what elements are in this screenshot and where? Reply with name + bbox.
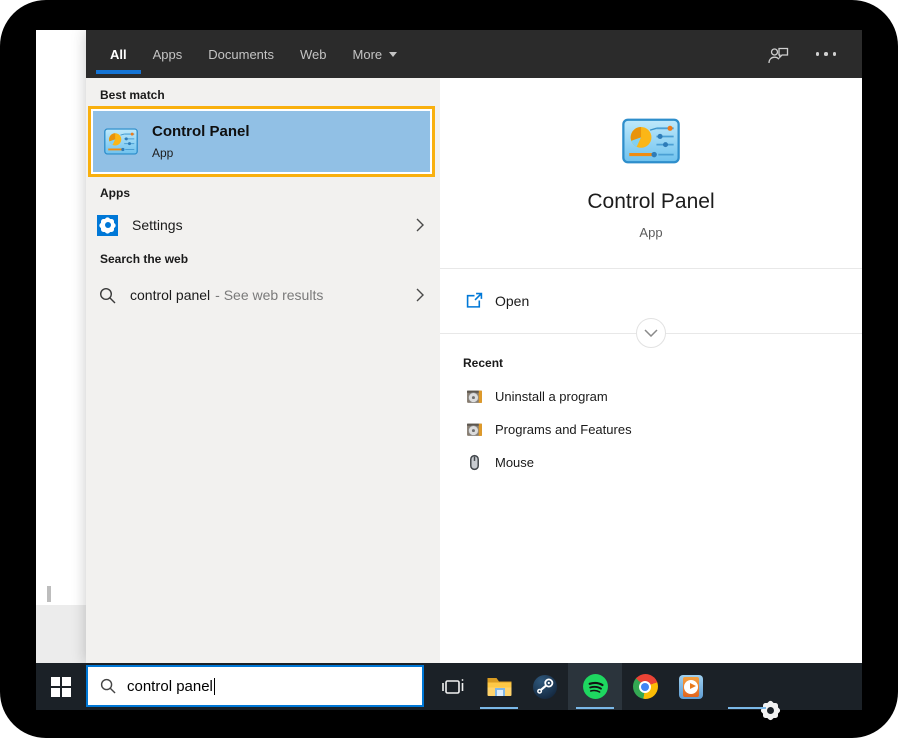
taskbar-icons xyxy=(430,663,781,721)
chevron-right-icon xyxy=(416,218,424,232)
task-view-icon xyxy=(442,678,464,694)
chrome-button[interactable] xyxy=(622,663,668,710)
file-explorer-button[interactable] xyxy=(476,663,522,710)
tab-web[interactable]: Web xyxy=(300,30,327,78)
search-input-value: control panel xyxy=(127,677,213,695)
preview-title: Control Panel xyxy=(587,190,715,213)
start-button[interactable] xyxy=(36,663,86,710)
expand-actions-button[interactable] xyxy=(636,318,666,348)
feedback-user-icon[interactable] xyxy=(767,44,790,65)
settings-button[interactable] xyxy=(724,663,781,721)
preview-subtitle: App xyxy=(639,225,663,240)
recent-item-label: Programs and Features xyxy=(495,422,632,437)
recent-item-uninstall-a-program[interactable]: Uninstall a program xyxy=(440,380,862,413)
open-icon xyxy=(466,292,483,308)
tab-all[interactable]: All xyxy=(96,30,140,78)
mouse-icon xyxy=(470,454,479,471)
tab-more[interactable]: More xyxy=(353,30,398,78)
taskbar-search-box[interactable]: control panel xyxy=(86,665,424,707)
file-explorer-icon xyxy=(487,677,511,696)
programs-icon xyxy=(466,421,483,438)
dropdown-caret-icon xyxy=(389,51,398,57)
steam-icon xyxy=(533,674,557,699)
spotify-button[interactable] xyxy=(568,663,622,710)
search-filter-bar: All Apps Documents Web More xyxy=(86,30,862,78)
tab-documents[interactable]: Documents xyxy=(208,30,274,78)
best-match-result[interactable]: Control Panel App xyxy=(93,111,430,172)
windows-logo-icon xyxy=(51,676,71,697)
recent-item-programs-and-features[interactable]: Programs and Features xyxy=(440,413,862,446)
recent-item-mouse[interactable]: Mouse xyxy=(440,446,862,479)
result-settings-label: Settings xyxy=(132,217,183,233)
steam-button[interactable] xyxy=(522,663,568,710)
chevron-right-icon xyxy=(416,288,424,302)
task-view-button[interactable] xyxy=(430,663,476,710)
media-player-button[interactable] xyxy=(668,663,714,710)
background-scrollbar xyxy=(47,586,51,602)
search-icon xyxy=(99,287,116,303)
open-action-label: Open xyxy=(495,292,530,309)
background-window xyxy=(36,30,86,663)
results-pane: Best match Control Panel App Apps Settin… xyxy=(86,78,440,663)
search-icon xyxy=(100,678,116,694)
best-match-header: Best match xyxy=(100,88,165,102)
tab-apps[interactable]: Apps xyxy=(153,30,183,78)
text-cursor xyxy=(213,677,216,695)
programs-icon xyxy=(466,388,483,405)
apps-header: Apps xyxy=(100,186,130,200)
annotation-highlight-box: Control Panel App xyxy=(88,106,435,177)
media-player-icon xyxy=(679,674,703,699)
recent-list: Uninstall a program Programs and Feature… xyxy=(440,380,862,479)
web-query-suffix: - See web results xyxy=(215,287,324,303)
start-search-flyout: All Apps Documents Web More Best match C… xyxy=(86,30,862,663)
chevron-down-icon xyxy=(644,329,658,337)
best-match-subtitle: App xyxy=(152,146,174,160)
tab-more-label: More xyxy=(352,46,383,62)
background-window-footer xyxy=(36,605,86,663)
result-web-search[interactable]: control panel - See web results xyxy=(86,276,440,314)
search-the-web-header: Search the web xyxy=(100,252,189,266)
control-panel-icon xyxy=(622,118,680,164)
chrome-icon xyxy=(632,674,658,699)
recent-item-label: Mouse xyxy=(495,455,535,470)
web-query-text: control panel xyxy=(130,287,211,303)
taskbar: control panel xyxy=(36,663,862,721)
more-options-icon[interactable] xyxy=(814,48,839,60)
preview-pane: Control Panel App Open Recent Uninstall … xyxy=(440,78,862,663)
control-panel-icon xyxy=(104,128,138,155)
filter-tabs: All Apps Documents Web More xyxy=(96,30,398,78)
spotify-icon xyxy=(582,674,608,699)
recent-item-label: Uninstall a program xyxy=(495,389,608,404)
result-settings[interactable]: Settings xyxy=(86,206,440,244)
settings-gear-icon xyxy=(97,214,118,236)
best-match-title: Control Panel xyxy=(152,123,250,140)
recent-header: Recent xyxy=(463,356,504,370)
